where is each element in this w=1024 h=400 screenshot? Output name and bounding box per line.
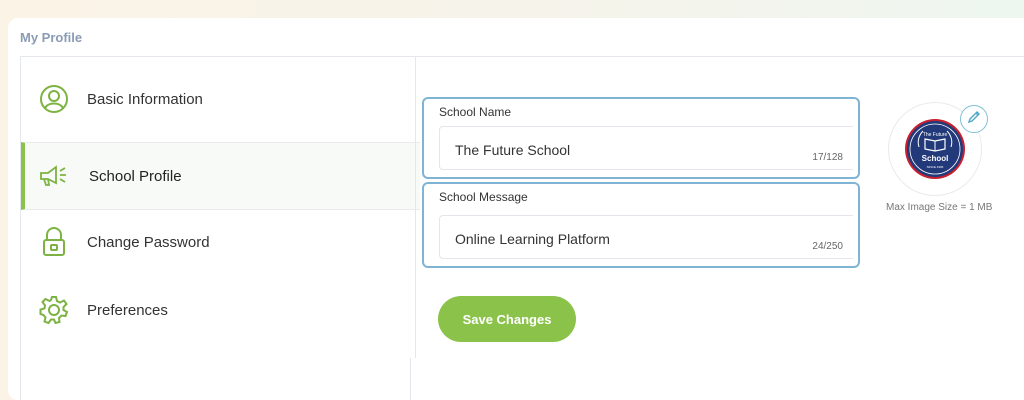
edit-logo-button[interactable] <box>960 105 988 133</box>
page-title: My Profile <box>20 30 83 45</box>
gear-icon <box>39 295 69 325</box>
sidebar-item-label: School Profile <box>89 167 182 185</box>
sidebar-item-change-password[interactable]: Change Password <box>21 208 416 276</box>
logo-main-text: School <box>922 154 949 163</box>
sidebar-item-preferences[interactable]: Preferences <box>21 276 416 344</box>
user-circle-icon <box>39 84 69 114</box>
school-name-field: School Name The Future School 17/128 <box>422 97 860 179</box>
school-name-input[interactable]: The Future School 17/128 <box>439 126 853 170</box>
school-message-char-count: 24/250 <box>812 241 843 252</box>
school-name-value: The Future School <box>455 142 571 158</box>
sidebar: Basic Information School Profile Change … <box>20 56 420 400</box>
sidebar-item-label: Change Password <box>87 233 210 251</box>
school-message-field: School Message Online Learning Platform … <box>422 182 860 268</box>
school-message-value: Online Learning Platform <box>455 231 610 247</box>
pencil-icon <box>967 110 981 129</box>
logo-bottom-text: SINCE 1995 <box>927 165 944 169</box>
sidebar-divider <box>415 56 416 358</box>
lock-icon <box>39 227 69 257</box>
sidebar-item-school-profile[interactable]: School Profile <box>21 142 420 210</box>
save-changes-button[interactable]: Save Changes <box>438 296 576 342</box>
sidebar-item-label: Preferences <box>87 301 168 319</box>
profile-card: My Profile Basic Information School Prof… <box>8 18 1024 400</box>
school-name-label: School Name <box>439 105 512 119</box>
school-name-char-count: 17/128 <box>812 152 843 163</box>
sidebar-item-label: Basic Information <box>87 90 203 108</box>
megaphone-icon <box>39 161 69 191</box>
sidebar-divider <box>410 358 411 400</box>
sidebar-item-basic-information[interactable]: Basic Information <box>21 56 416 142</box>
school-message-label: School Message <box>439 190 528 204</box>
max-image-size-note: Max Image Size = 1 MB <box>886 202 993 213</box>
logo-top-text: The Future <box>923 132 948 138</box>
school-message-input[interactable]: Online Learning Platform 24/250 <box>439 215 853 259</box>
